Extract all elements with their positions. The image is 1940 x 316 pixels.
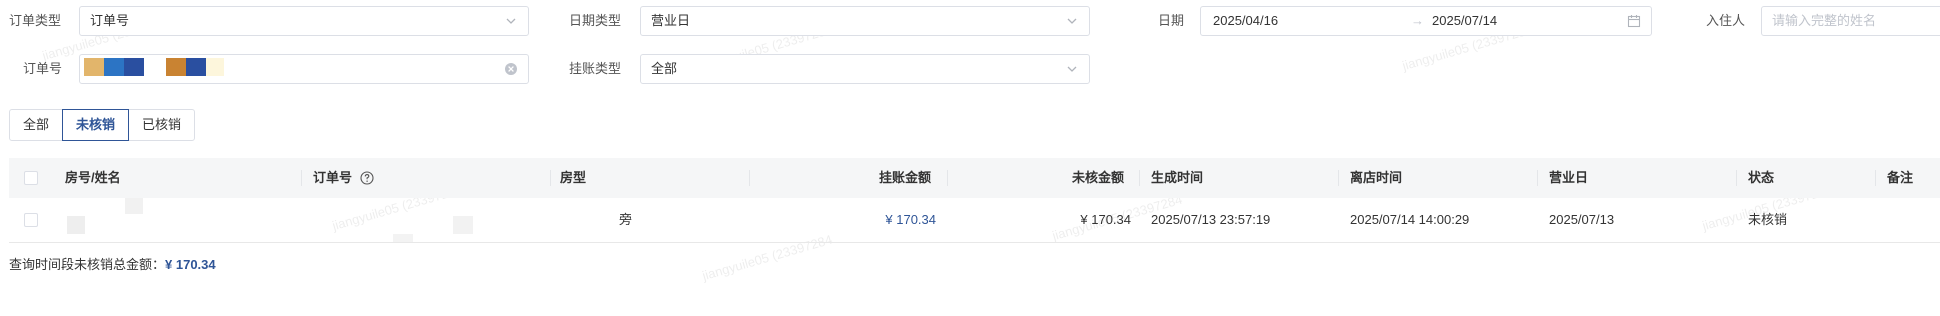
row-checkbox[interactable] — [24, 213, 38, 227]
order-type-value: 订单号 — [90, 13, 130, 28]
date-end[interactable]: 2025/07/14 — [1432, 7, 1497, 35]
status-text: 未核销 — [1748, 212, 1788, 227]
date-start[interactable]: 2025/04/16 — [1213, 7, 1278, 35]
date-type-value: 营业日 — [651, 13, 691, 28]
date-label: 日期 — [1158, 13, 1185, 28]
clear-icon[interactable] — [504, 62, 518, 76]
order-no-input[interactable] — [79, 54, 529, 84]
help-circle-icon[interactable] — [360, 171, 374, 185]
date-type-label: 日期类型 — [569, 13, 622, 28]
order-type-select[interactable]: 订单号 — [79, 6, 529, 36]
column-header: 备注 — [1887, 170, 1914, 185]
date-range-picker[interactable]: 2025/04/16 → 2025/07/14 — [1200, 6, 1652, 36]
account-type-label: 挂账类型 — [569, 61, 622, 76]
order-no-label: 订单号 — [23, 61, 63, 76]
status-tabs: 全部 未核销 已核销 — [9, 109, 196, 141]
guest-name-placeholder: 请输入完整的姓名 — [1772, 13, 1877, 28]
column-header: 挂账金额 — [879, 170, 932, 185]
redacted-order-no — [313, 198, 549, 242]
summary: 查询时间段未核销总金额：¥ 170.34 — [9, 255, 216, 275]
guest-name-input[interactable]: 请输入完整的姓名 — [1761, 6, 1940, 36]
account-type-select[interactable]: 全部 — [640, 54, 1090, 84]
room-type: 旁 — [619, 212, 633, 227]
checkout-time: 2025/07/14 14:00:29 — [1350, 212, 1470, 227]
tab-unverified[interactable]: 未核销 — [62, 109, 130, 141]
summary-amount: ¥ 170.34 — [165, 257, 216, 272]
table-header: 房号/姓名 订单号 房型 挂账金额 未核金额 生成时间 离店时间 营业日 状态 … — [9, 158, 1940, 198]
business-day: 2025/07/13 — [1549, 212, 1615, 227]
order-type-label: 订单类型 — [9, 13, 62, 28]
unverified-amount: ¥ 170.34 — [1080, 212, 1131, 227]
column-header: 营业日 — [1549, 170, 1589, 185]
column-header: 离店时间 — [1350, 170, 1403, 185]
date-type-select[interactable]: 营业日 — [640, 6, 1090, 36]
column-header: 房号/姓名 — [65, 170, 121, 185]
column-header: 未核金额 — [1072, 170, 1125, 185]
guest-label: 入住人 — [1706, 13, 1746, 28]
column-header: 房型 — [560, 170, 587, 185]
summary-label: 查询时间段未核销总金额： — [9, 257, 166, 272]
redacted-room-name — [65, 198, 301, 242]
select-all-checkbox[interactable] — [24, 171, 38, 185]
created-time: 2025/07/13 23:57:19 — [1151, 212, 1271, 227]
chevron-down-icon — [506, 18, 516, 24]
chevron-down-icon — [1067, 66, 1077, 72]
amount-link[interactable]: ¥ 170.34 — [885, 198, 936, 242]
tab-verified[interactable]: 已核销 — [128, 109, 196, 141]
column-header: 订单号 — [313, 170, 353, 185]
range-arrow: → — [1411, 13, 1424, 28]
calendar-icon — [1627, 15, 1641, 28]
redacted-order-no — [84, 56, 316, 80]
tab-all[interactable]: 全部 — [9, 109, 64, 141]
column-header: 状态 — [1748, 170, 1775, 185]
column-header: 生成时间 — [1151, 170, 1204, 185]
chevron-down-icon — [1067, 18, 1077, 24]
table-row[interactable]: 旁 ¥ 170.34 ¥ 170.34 2025/07/13 23:57:19 … — [9, 198, 1940, 243]
account-type-value: 全部 — [651, 61, 678, 76]
